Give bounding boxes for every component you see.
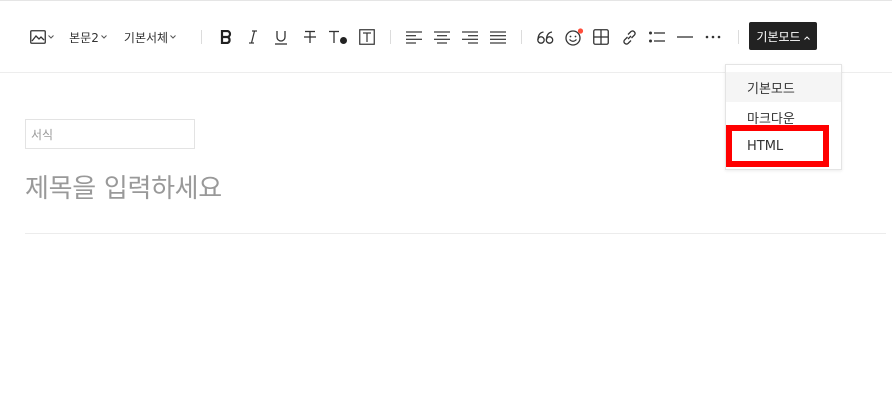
italic-button[interactable]: [243, 25, 263, 49]
font-family-label: 기본서체: [123, 30, 169, 45]
more-icon: [705, 35, 721, 39]
title-input[interactable]: 제목을 입력하세요: [25, 168, 222, 205]
emoticon-icon: [564, 28, 584, 46]
image-icon: [30, 30, 46, 44]
align-justify-button[interactable]: [488, 25, 508, 49]
format-placeholder: 서식: [31, 127, 54, 142]
toolbar-divider: [390, 30, 391, 44]
quote-button[interactable]: [534, 25, 556, 49]
text-color-button[interactable]: [327, 25, 349, 49]
chevron-down-icon: [170, 35, 176, 39]
paragraph-style-label: 본문2: [69, 30, 99, 45]
chevron-down-icon: [101, 35, 107, 39]
horizontal-rule-button[interactable]: [675, 25, 695, 49]
align-left-button[interactable]: [404, 25, 424, 49]
emoticon-button[interactable]: [563, 25, 585, 49]
align-left-icon: [406, 30, 422, 44]
html-option-highlight: [726, 125, 829, 167]
menu-item-label: 마크다운: [747, 111, 795, 127]
chevron-up-icon: [803, 29, 810, 43]
menu-item-label: 기본모드: [747, 81, 795, 97]
underline-button[interactable]: [271, 25, 291, 49]
bullet-list-icon: [649, 31, 665, 43]
menu-item-basic-mode[interactable]: 기본모드: [726, 72, 841, 102]
chevron-down-icon: [48, 35, 54, 39]
font-family-dropdown[interactable]: 기본서체: [122, 25, 178, 49]
text-background-icon: [359, 29, 375, 45]
horizontal-rule-icon: [677, 35, 693, 39]
bold-button[interactable]: [216, 25, 236, 49]
title-placeholder: 제목을 입력하세요: [25, 174, 222, 204]
image-insert-button[interactable]: [28, 25, 56, 49]
table-button[interactable]: [591, 25, 611, 49]
toolbar-divider: [738, 30, 739, 44]
text-background-button[interactable]: [357, 25, 377, 49]
link-button[interactable]: [619, 25, 639, 49]
bold-icon: [220, 30, 232, 44]
more-button[interactable]: [703, 25, 723, 49]
align-center-button[interactable]: [432, 25, 452, 49]
italic-icon: [248, 30, 258, 44]
strikethrough-button[interactable]: [300, 25, 320, 49]
align-justify-icon: [490, 30, 506, 44]
quote-icon: [536, 30, 554, 44]
link-icon: [621, 29, 638, 46]
text-color-icon: [328, 30, 348, 45]
toolbar-divider: [521, 30, 522, 44]
title-divider: [25, 233, 886, 234]
toolbar-divider: [201, 30, 202, 44]
align-right-icon: [462, 30, 478, 44]
editor-mode-button[interactable]: 기본모드: [749, 22, 817, 50]
strikethrough-icon: [303, 30, 317, 44]
underline-icon: [274, 30, 288, 45]
editor-mode-label: 기본모드: [756, 29, 801, 44]
align-right-button[interactable]: [460, 25, 480, 49]
align-center-icon: [434, 30, 450, 44]
paragraph-style-dropdown[interactable]: 본문2: [67, 25, 109, 49]
bullet-list-button[interactable]: [647, 25, 667, 49]
format-selector[interactable]: 서식: [25, 119, 195, 149]
table-icon: [593, 29, 609, 45]
